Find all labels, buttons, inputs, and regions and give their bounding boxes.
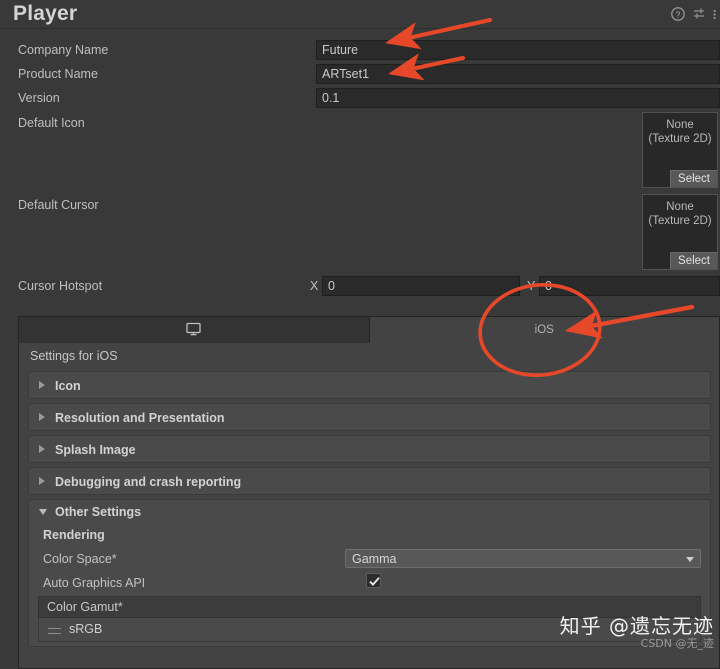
row-product-name: Product Name ARTset1 (0, 62, 720, 86)
row-auto-graphics-api: Auto Graphics API (29, 572, 710, 595)
chevron-right-icon (39, 381, 45, 389)
svg-text:?: ? (676, 9, 681, 19)
row-color-space: Color Space* Gamma (29, 548, 710, 571)
tab-ios[interactable]: iOS (369, 317, 719, 343)
cursor-hotspot-label: Cursor Hotspot (18, 279, 103, 293)
foldout-splash-image[interactable]: Splash Image (28, 435, 711, 463)
version-label: Version (18, 91, 60, 105)
help-icon[interactable]: ? (671, 7, 685, 21)
default-cursor-none-line2: (Texture 2D) (648, 215, 712, 227)
settings-for-platform-title: Settings for iOS (30, 349, 118, 363)
foldout-icon[interactable]: Icon (28, 371, 711, 399)
hotspot-y-value: 0 (545, 279, 552, 293)
default-cursor-none-line1: None (666, 201, 694, 213)
row-company-name: Company Name Future (0, 38, 720, 62)
chevron-right-icon (39, 477, 45, 485)
hotspot-y-input[interactable]: 0 (539, 276, 720, 296)
foldout-icon-label: Icon (55, 379, 81, 393)
product-name-input[interactable]: ARTset1 (316, 64, 720, 84)
preset-settings-icon[interactable] (692, 7, 706, 21)
tab-ios-label: iOS (534, 324, 554, 336)
page-title: Player (13, 2, 78, 25)
auto-graphics-api-label: Auto Graphics API (43, 576, 146, 590)
monitor-icon (186, 322, 201, 339)
player-settings-inspector: Player ? Company Name Future Product Nam… (0, 0, 720, 669)
drag-handle-icon[interactable] (48, 628, 61, 634)
tab-standalone[interactable] (19, 317, 370, 343)
auto-graphics-api-checkbox[interactable] (366, 573, 381, 588)
foldout-debugging-label: Debugging and crash reporting (55, 475, 242, 489)
product-name-value: ARTset1 (322, 67, 370, 81)
header-divider (0, 28, 720, 29)
other-settings-label: Other Settings (55, 505, 142, 519)
default-icon-label: Default Icon (18, 116, 85, 130)
watermark: 知乎 @遗忘无迹 CSDN @无_迹 (560, 610, 714, 651)
color-gamut-label: Color Gamut* (47, 600, 123, 614)
header-icon-group: ? (671, 7, 718, 21)
hotspot-x-label: X (310, 279, 319, 293)
default-cursor-select-button[interactable]: Select (670, 252, 717, 269)
hotspot-x-value: 0 (328, 279, 335, 293)
general-settings-group: Company Name Future Product Name ARTset1… (0, 38, 720, 298)
chevron-right-icon (39, 413, 45, 421)
default-icon-none-line2: (Texture 2D) (648, 133, 712, 145)
row-cursor-hotspot: Cursor Hotspot X 0 Y 0 (0, 274, 720, 298)
color-gamut-item-value: sRGB (69, 622, 103, 636)
foldout-resolution-and-presentation[interactable]: Resolution and Presentation (28, 403, 711, 431)
default-cursor-label: Default Cursor (18, 198, 99, 212)
color-space-label: Color Space* (43, 552, 117, 566)
company-name-input[interactable]: Future (316, 40, 720, 60)
foldout-debugging-and-crash-reporting[interactable]: Debugging and crash reporting (28, 467, 711, 495)
color-space-value: Gamma (352, 552, 397, 566)
product-name-label: Product Name (18, 67, 98, 81)
foldout-resolution-label: Resolution and Presentation (55, 411, 225, 425)
version-input[interactable]: 0.1 (316, 88, 720, 108)
inspector-header: Player ? (0, 0, 720, 29)
version-value: 0.1 (322, 91, 340, 105)
default-icon-object-field[interactable]: None (Texture 2D) Select (642, 112, 718, 188)
hotspot-y-label: Y (527, 279, 536, 293)
default-icon-select-button[interactable]: Select (670, 170, 717, 187)
default-cursor-object-field[interactable]: None (Texture 2D) Select (642, 194, 718, 270)
check-icon (369, 577, 380, 586)
row-default-icon: Default Icon None (Texture 2D) Select (0, 110, 720, 192)
default-icon-none-line1: None (666, 119, 694, 131)
company-name-value: Future (322, 43, 359, 57)
other-settings-header[interactable]: Other Settings (29, 500, 710, 524)
rendering-section-label: Rendering (43, 528, 105, 542)
hotspot-x-input[interactable]: 0 (322, 276, 520, 296)
platform-tab-bar: iOS (18, 316, 720, 343)
settings-foldout-list: Icon Resolution and Presentation Splash … (28, 371, 711, 647)
foldout-splash-label: Splash Image (55, 443, 136, 457)
chevron-down-icon (686, 557, 694, 562)
company-name-label: Company Name (18, 43, 109, 57)
chevron-right-icon (39, 445, 45, 453)
row-default-cursor: Default Cursor None (Texture 2D) Select (0, 192, 720, 274)
chevron-down-icon (39, 509, 47, 515)
row-version: Version 0.1 (0, 86, 720, 110)
more-menu-icon[interactable] (713, 7, 718, 21)
color-space-dropdown[interactable]: Gamma (345, 549, 701, 568)
